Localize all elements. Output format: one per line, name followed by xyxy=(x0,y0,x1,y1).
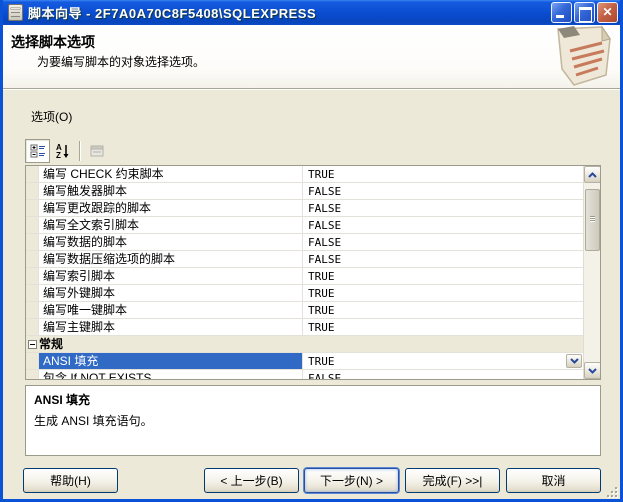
categorized-button[interactable] xyxy=(25,139,50,163)
scrollbar-thumb[interactable] xyxy=(585,189,600,251)
wizard-window: 脚本向导 - 2F7A0A70C8F5408\SQLEXPRESS 选择脚本选项… xyxy=(0,0,623,502)
option-value[interactable]: TRUE xyxy=(303,353,583,369)
cancel-button[interactable]: 取消 xyxy=(506,468,601,493)
option-value[interactable]: FALSE xyxy=(303,217,583,233)
wizard-header: 选择脚本选项 为要编写脚本的对象选择选项。 xyxy=(3,25,620,89)
grid-rows: 编写 CHECK 约束脚本 TRUE 编写触发器脚本 FALSE 编写更改跟踪的… xyxy=(26,166,583,379)
table-row[interactable]: 编写索引脚本 TRUE xyxy=(26,268,583,285)
property-pages-button xyxy=(84,139,109,163)
description-title: ANSI 填充 xyxy=(34,391,592,408)
resize-grip[interactable] xyxy=(605,485,618,498)
option-name: 编写主键脚本 xyxy=(39,319,303,335)
option-value[interactable]: TRUE xyxy=(303,268,583,284)
option-name: 编写数据的脚本 xyxy=(39,234,303,250)
table-row[interactable]: 编写更改跟踪的脚本 FALSE xyxy=(26,200,583,217)
option-value[interactable]: TRUE xyxy=(303,285,583,301)
property-toolbar: A Z xyxy=(25,138,109,164)
titlebar[interactable]: 脚本向导 - 2F7A0A70C8F5408\SQLEXPRESS xyxy=(0,0,623,25)
scroll-up-button[interactable] xyxy=(584,166,601,183)
table-row[interactable]: 编写 CHECK 约束脚本 TRUE xyxy=(26,166,583,183)
table-row[interactable]: 编写全文索引脚本 FALSE xyxy=(26,217,583,234)
options-label: 选项(O) xyxy=(31,108,72,125)
svg-text:Z: Z xyxy=(56,151,61,159)
back-button[interactable]: < 上一步(B) xyxy=(204,468,299,493)
page-subtitle: 为要编写脚本的对象选择选项。 xyxy=(37,53,205,70)
option-value[interactable]: FALSE xyxy=(303,234,583,250)
option-name: 编写更改跟踪的脚本 xyxy=(39,200,303,216)
maximize-button[interactable] xyxy=(574,2,595,23)
page-title: 选择脚本选项 xyxy=(11,32,95,52)
table-row[interactable]: 编写唯一键脚本 TRUE xyxy=(26,302,583,319)
option-name: 编写 CHECK 约束脚本 xyxy=(39,166,303,182)
table-row[interactable]: 编写数据的脚本 FALSE xyxy=(26,234,583,251)
finish-button[interactable]: 完成(F) >>| xyxy=(405,468,500,493)
description-panel: ANSI 填充 生成 ANSI 填充语句。 xyxy=(25,385,601,456)
help-button[interactable]: 帮助(H) xyxy=(23,468,118,493)
option-value[interactable]: FALSE xyxy=(303,183,583,199)
value-dropdown-button[interactable] xyxy=(566,354,582,368)
scroll-down-button[interactable] xyxy=(584,362,601,379)
alphabetical-sort-button[interactable]: A Z xyxy=(50,139,75,163)
category-label: 常规 xyxy=(39,336,583,352)
chevron-up-icon xyxy=(588,172,597,178)
window-title: 脚本向导 - 2F7A0A70C8F5408\SQLEXPRESS xyxy=(28,3,551,22)
chevron-down-icon xyxy=(570,358,579,364)
categorized-icon xyxy=(30,143,46,159)
table-row[interactable]: 编写数据压缩选项的脚本 FALSE xyxy=(26,251,583,268)
option-name: 编写全文索引脚本 xyxy=(39,217,303,233)
option-name: 编写外键脚本 xyxy=(39,285,303,301)
table-row[interactable]: 编写外键脚本 TRUE xyxy=(26,285,583,302)
option-name: 包含 If NOT EXISTS xyxy=(39,370,303,379)
option-value[interactable]: FALSE xyxy=(303,370,583,379)
option-value[interactable]: FALSE xyxy=(303,200,583,216)
table-row[interactable]: 编写触发器脚本 FALSE xyxy=(26,183,583,200)
close-button[interactable] xyxy=(597,2,618,23)
category-row-general[interactable]: 常规 xyxy=(26,336,583,353)
option-value[interactable]: TRUE xyxy=(303,302,583,318)
collapse-icon[interactable] xyxy=(28,340,37,349)
toolbar-separator xyxy=(79,141,80,161)
option-name: 编写索引脚本 xyxy=(39,268,303,284)
az-sort-icon: A Z xyxy=(55,143,71,159)
selected-row-ansi-padding[interactable]: ANSI 填充 TRUE xyxy=(26,353,583,370)
option-value[interactable]: TRUE xyxy=(303,319,583,335)
table-row[interactable]: 编写主键脚本 TRUE xyxy=(26,319,583,336)
minimize-button[interactable] xyxy=(551,2,572,23)
scroll-graphic-icon xyxy=(540,25,618,88)
script-options-grid: 编写 CHECK 约束脚本 TRUE 编写触发器脚本 FALSE 编写更改跟踪的… xyxy=(25,165,601,380)
next-button[interactable]: 下一步(N) > xyxy=(304,468,399,493)
option-name: 编写数据压缩选项的脚本 xyxy=(39,251,303,267)
property-pages-icon xyxy=(89,143,105,159)
option-name: ANSI 填充 xyxy=(39,353,303,369)
wizard-button-row: 帮助(H) < 上一步(B) 下一步(N) > 完成(F) >>| 取消 xyxy=(3,468,620,494)
option-name: 编写唯一键脚本 xyxy=(39,302,303,318)
description-text: 生成 ANSI 填充语句。 xyxy=(34,412,592,429)
option-value[interactable]: FALSE xyxy=(303,251,583,267)
chevron-down-icon xyxy=(588,368,597,374)
vertical-scrollbar[interactable] xyxy=(583,166,600,379)
app-icon xyxy=(8,4,23,21)
table-row-partial[interactable]: 包含 If NOT EXISTS FALSE xyxy=(26,370,583,379)
option-name: 编写触发器脚本 xyxy=(39,183,303,199)
option-value[interactable]: TRUE xyxy=(303,166,583,182)
